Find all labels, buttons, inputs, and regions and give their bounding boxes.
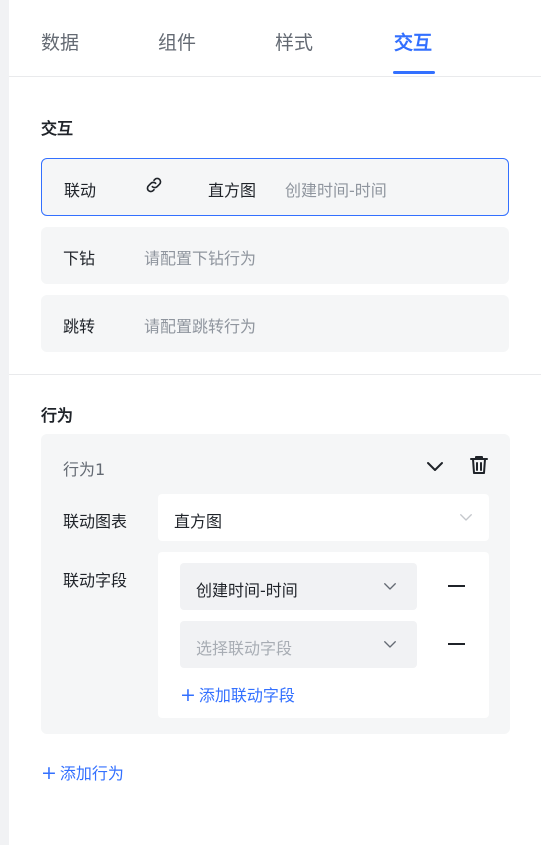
jump-label: 跳转 xyxy=(63,317,96,336)
left-edge-strip xyxy=(0,0,9,845)
jump-placeholder: 请配置跳转行为 xyxy=(144,317,257,336)
drilldown-label: 下钻 xyxy=(63,249,96,268)
drilldown-placeholder: 请配置下钻行为 xyxy=(144,249,257,268)
behavior-item-title: 行为1 xyxy=(63,460,106,479)
tab-interaction[interactable]: 交互 xyxy=(394,28,432,55)
interaction-row-linkage[interactable]: 联动 直方图 创建时间-时间 xyxy=(41,158,509,216)
add-behavior-label: 添加行为 xyxy=(59,764,124,783)
linkage-label: 联动 xyxy=(64,181,97,200)
chevron-down-icon xyxy=(384,583,396,590)
add-linked-field-button[interactable]: + 添加联动字段 xyxy=(180,682,295,706)
interaction-row-jump[interactable]: 跳转 请配置跳转行为 xyxy=(41,295,509,352)
tab-data[interactable]: 数据 xyxy=(41,28,79,55)
linked-chart-label: 联动图表 xyxy=(63,512,128,531)
property-panel: 数据 组件 样式 交互 交互 联动 直方图 创建时间-时间 下钻 请配置下钻行为… xyxy=(9,0,541,845)
section-divider xyxy=(9,374,541,375)
linked-field-select[interactable]: 创建时间-时间 xyxy=(180,563,417,610)
plus-icon: + xyxy=(41,762,57,784)
behavior-section-title: 行为 xyxy=(41,406,74,425)
linked-field-label: 联动字段 xyxy=(63,571,128,590)
chevron-down-icon xyxy=(384,641,396,648)
plus-icon: + xyxy=(180,684,196,706)
linkage-chart-name: 直方图 xyxy=(208,181,257,200)
tab-bar: 数据 组件 样式 交互 xyxy=(9,0,541,77)
interaction-section-title: 交互 xyxy=(41,119,74,138)
linked-fields-box: 创建时间-时间 选择联动字段 + 添加联动字段 xyxy=(158,552,489,718)
interaction-row-drilldown[interactable]: 下钻 请配置下钻行为 xyxy=(41,227,509,284)
linkage-field-name: 创建时间-时间 xyxy=(285,181,387,200)
remove-field-button[interactable] xyxy=(446,633,468,655)
add-behavior-button[interactable]: + 添加行为 xyxy=(41,760,124,784)
linked-field-select[interactable]: 选择联动字段 xyxy=(180,621,417,668)
add-linked-field-label: 添加联动字段 xyxy=(198,686,295,705)
active-tab-indicator xyxy=(393,71,435,74)
tab-style[interactable]: 样式 xyxy=(275,28,313,55)
delete-icon[interactable] xyxy=(467,453,491,477)
linked-chart-select[interactable]: 直方图 xyxy=(158,494,489,541)
remove-field-button[interactable] xyxy=(446,575,468,597)
behavior-card: 行为1 联动图表 直方图 联动字段 创建时间-时间 选择联动字段 + 添加联动字… xyxy=(41,434,510,734)
link-icon xyxy=(146,177,162,193)
chevron-down-icon[interactable] xyxy=(423,454,447,478)
tab-components[interactable]: 组件 xyxy=(158,28,196,55)
linked-chart-value: 直方图 xyxy=(174,512,223,531)
chevron-down-icon xyxy=(460,514,472,521)
linked-field-value: 创建时间-时间 xyxy=(196,581,298,600)
linked-field-placeholder: 选择联动字段 xyxy=(196,639,293,658)
